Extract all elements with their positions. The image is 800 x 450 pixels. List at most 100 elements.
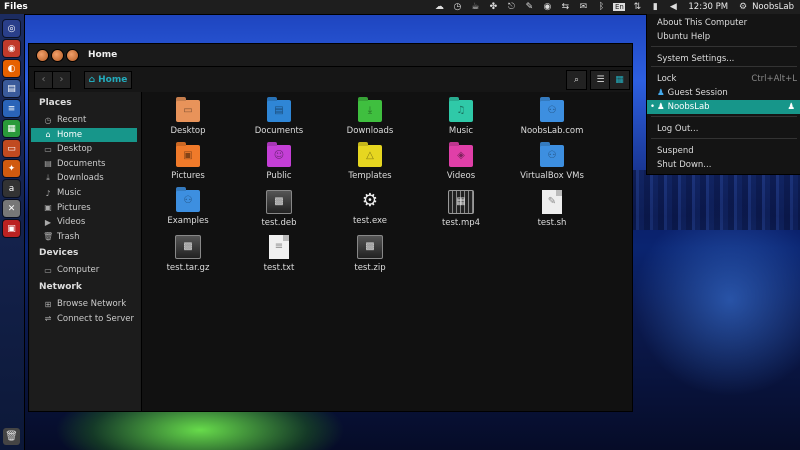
writer-icon[interactable]: ≡ [3,100,20,117]
sidebar-item-trash[interactable]: 🗑 Trash [31,230,137,244]
menu-item-about-this-computer[interactable]: About This Computer [647,16,800,30]
arrows-icon[interactable]: ⇆ [556,2,574,12]
session-user-name[interactable]: NoobsLab [752,2,800,12]
menu-item-suspend[interactable]: Suspend [647,144,800,158]
list-view-button[interactable]: ☰ [590,70,611,90]
path-bar-home[interactable]: ⌂ Home [84,71,132,89]
window-title: Home [88,50,118,60]
file-item-videos[interactable]: ◈ Videos [421,145,501,181]
menu-separator [651,66,797,67]
clock-icon[interactable]: ◷ [448,2,466,12]
sidebar-item-label: Downloads [57,173,104,184]
envelope-icon[interactable]: ✉ [574,2,592,12]
home-icon: ⌂ [88,75,96,85]
menu-item-guest-session[interactable]: ♟ Guest Session [647,86,800,100]
search-button[interactable]: ⌕ [566,70,587,90]
sidebar-item-documents[interactable]: ▤ Documents [31,157,137,171]
forward-button[interactable]: › [52,71,71,89]
bluetooth-icon[interactable]: ᛒ [592,2,610,12]
gear-icon[interactable]: ⚙ [734,2,752,12]
file-label: Pictures [171,171,205,181]
file-grid: ▭ Desktop ▤ Documents ⤓ Downloads ♫ Music ⚇ Noobs… [142,92,632,411]
pen-icon[interactable]: ✎ [520,2,538,12]
menu-item-system-settings[interactable]: System Settings... [647,52,800,66]
sidebar-item-pictures[interactable]: ▣ Pictures [31,201,137,215]
files-icon[interactable]: ▤ [3,80,20,97]
top-panel: Files ☁ ◷ ☕ ✤ ⎋ ✎ ◉ ⇆ ✉ ᛒ En ⇅ ▮ ◀ 12:30… [0,0,800,15]
file-item-test-mp4[interactable]: ▦ test.mp4 [421,190,501,228]
chrome-icon[interactable]: ◉ [3,40,20,57]
sidebar-item-downloads[interactable]: ⤓ Downloads [31,171,137,185]
file-item-test-deb[interactable]: ▩ test.deb [239,190,319,228]
downloads-icon: ⤓ [46,173,50,183]
file-label: Documents [254,126,304,136]
file-item-test-sh[interactable]: ✎ test.sh [512,190,592,228]
file-item-virtualbox-vms[interactable]: ⚇ VirtualBox VMs [512,145,592,181]
sidebar-item-videos[interactable]: ▶ Videos [31,215,137,229]
keyboard-layout[interactable]: En [613,3,626,11]
trash-icon[interactable]: 🗑 [3,428,20,445]
volume-icon[interactable]: ◀ [664,2,682,12]
impress-icon[interactable]: ▭ [3,140,20,157]
puzzle-icon[interactable]: ✤ [484,2,502,12]
menu-item-log-out[interactable]: Log Out... [647,122,800,136]
file-item-test-zip[interactable]: ▩ test.zip [330,235,410,273]
file-item-public[interactable]: ☺ Public [239,145,319,181]
clock[interactable]: 12:30 PM [682,2,734,12]
active-bullet-icon: • [650,102,656,112]
calc-icon[interactable]: ▦ [3,120,20,137]
menu-item-shut-down[interactable]: Shut Down... [647,158,800,172]
public-icon: ☺ [267,145,291,167]
paperclip-icon[interactable]: ⎋ [502,2,520,12]
workspace-icon[interactable]: ▣ [3,220,20,237]
sidebar-item-music[interactable]: ♪ Music [31,186,137,200]
settings-icon[interactable]: ✕ [3,200,20,217]
sidebar-item-desktop[interactable]: ▭ Desktop [31,142,137,156]
sidebar-item-label: Desktop [57,144,93,155]
maximize-button[interactable] [67,49,78,61]
sidebar-item-label: Music [57,188,82,198]
software-center-icon[interactable]: ✦ [3,160,20,177]
menu-item-noobslab[interactable]: • ♟ NoobsLab ♟ [647,100,800,114]
menu-item-ubuntu-help[interactable]: Ubuntu Help [647,30,800,44]
sidebar-item-label: Computer [57,265,100,276]
menu-item-label: Suspend [657,146,694,156]
amazon-icon[interactable]: a [3,180,20,197]
minimize-button[interactable] [52,49,63,61]
eye-icon[interactable]: ◉ [538,2,556,12]
network-icon[interactable]: ⇅ [628,2,646,12]
close-button[interactable] [37,49,48,61]
file-label: test.deb [261,218,297,228]
sidebar-item-browse-network[interactable]: ⊞ Browse Network [31,297,137,311]
file-item-templates[interactable]: △ Templates [330,145,410,181]
file-item-music[interactable]: ♫ Music [421,100,501,136]
file-item-examples[interactable]: ⚇ Examples [148,190,228,226]
videos-icon: ◈ [449,145,473,167]
cloud-icon[interactable]: ☁ [430,2,448,12]
file-item-desktop[interactable]: ▭ Desktop [148,100,228,136]
back-button[interactable]: ‹ [34,71,53,89]
sidebar-item-connect-to-server[interactable]: ⇌ Connect to Server [31,312,137,326]
grid-view-button[interactable]: ▦ [609,70,630,90]
firefox-icon[interactable]: ◐ [3,60,20,77]
coffee-icon[interactable]: ☕ [466,2,484,12]
file-item-documents[interactable]: ▤ Documents [239,100,319,136]
file-item-downloads[interactable]: ⤓ Downloads [330,100,410,136]
sidebar-item-home[interactable]: ⌂ Home [31,127,137,142]
documents-icon: ▤ [44,159,52,169]
file-item-pictures[interactable]: ▣ Pictures [148,145,228,181]
pictures-icon: ▣ [44,203,52,213]
sidebar-item-label: Home [57,129,83,140]
battery-icon[interactable]: ▮ [646,2,664,12]
indicator-area: ☁ ◷ ☕ ✤ ⎋ ✎ ◉ ⇆ ✉ ᛒ En ⇅ ▮ ◀ 12:30 PM ⚙ … [430,0,800,14]
menu-item-lock[interactable]: Lock Ctrl+Alt+L [647,72,800,86]
ubuntu-logo-icon[interactable]: ◎ [3,20,20,37]
file-item-test-txt[interactable]: ≡ test.txt [239,235,319,273]
file-item-test-exe[interactable]: ⚙ test.exe [330,190,410,226]
file-item-noobslab-com[interactable]: ⚇ NoobsLab.com [512,100,592,136]
sidebar-item-recent[interactable]: ◷ Recent [31,113,137,127]
file-item-test-tar-gz[interactable]: ▩ test.tar.gz [148,235,228,273]
list-view-icon: ☰ [596,75,605,85]
sidebar-item-computer[interactable]: ▭ Computer [31,263,137,277]
user-icon: ♟ [657,102,665,112]
